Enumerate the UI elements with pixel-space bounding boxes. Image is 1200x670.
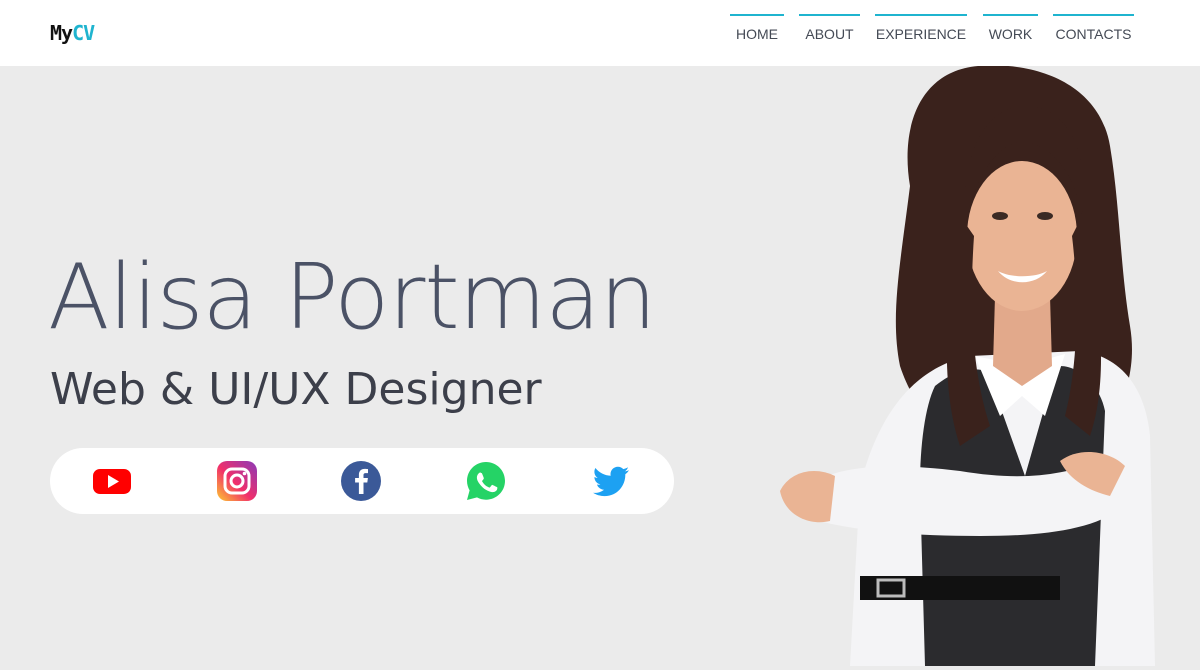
- social-links-bar: [50, 448, 674, 514]
- nav-about[interactable]: ABOUT: [799, 14, 860, 54]
- facebook-icon: [341, 461, 381, 501]
- woman-portrait-image: [780, 65, 1155, 666]
- twitter-link[interactable]: [591, 461, 631, 501]
- hero-role: Web & UI/UX Designer: [50, 364, 542, 415]
- facebook-link[interactable]: [341, 461, 381, 501]
- twitter-icon: [593, 466, 629, 497]
- nav-contacts[interactable]: CONTACTS: [1053, 14, 1134, 54]
- nav-work[interactable]: WORK: [983, 14, 1038, 54]
- whatsapp-link[interactable]: [466, 461, 506, 501]
- youtube-icon: [93, 469, 131, 494]
- profile-photo: [760, 65, 1200, 666]
- youtube-link[interactable]: [92, 461, 132, 501]
- nav-home[interactable]: HOME: [730, 14, 784, 54]
- site-header: MyCV HOME ABOUT EXPERIENCE WORK CONTACTS: [0, 0, 1200, 66]
- nav-experience[interactable]: EXPERIENCE: [875, 14, 967, 54]
- whatsapp-icon: [467, 462, 505, 500]
- instagram-icon: [217, 461, 257, 501]
- hero-name: Alisa Portman: [48, 245, 657, 350]
- instagram-link[interactable]: [217, 461, 257, 501]
- main-nav: HOME ABOUT EXPERIENCE WORK CONTACTS: [0, 14, 1200, 54]
